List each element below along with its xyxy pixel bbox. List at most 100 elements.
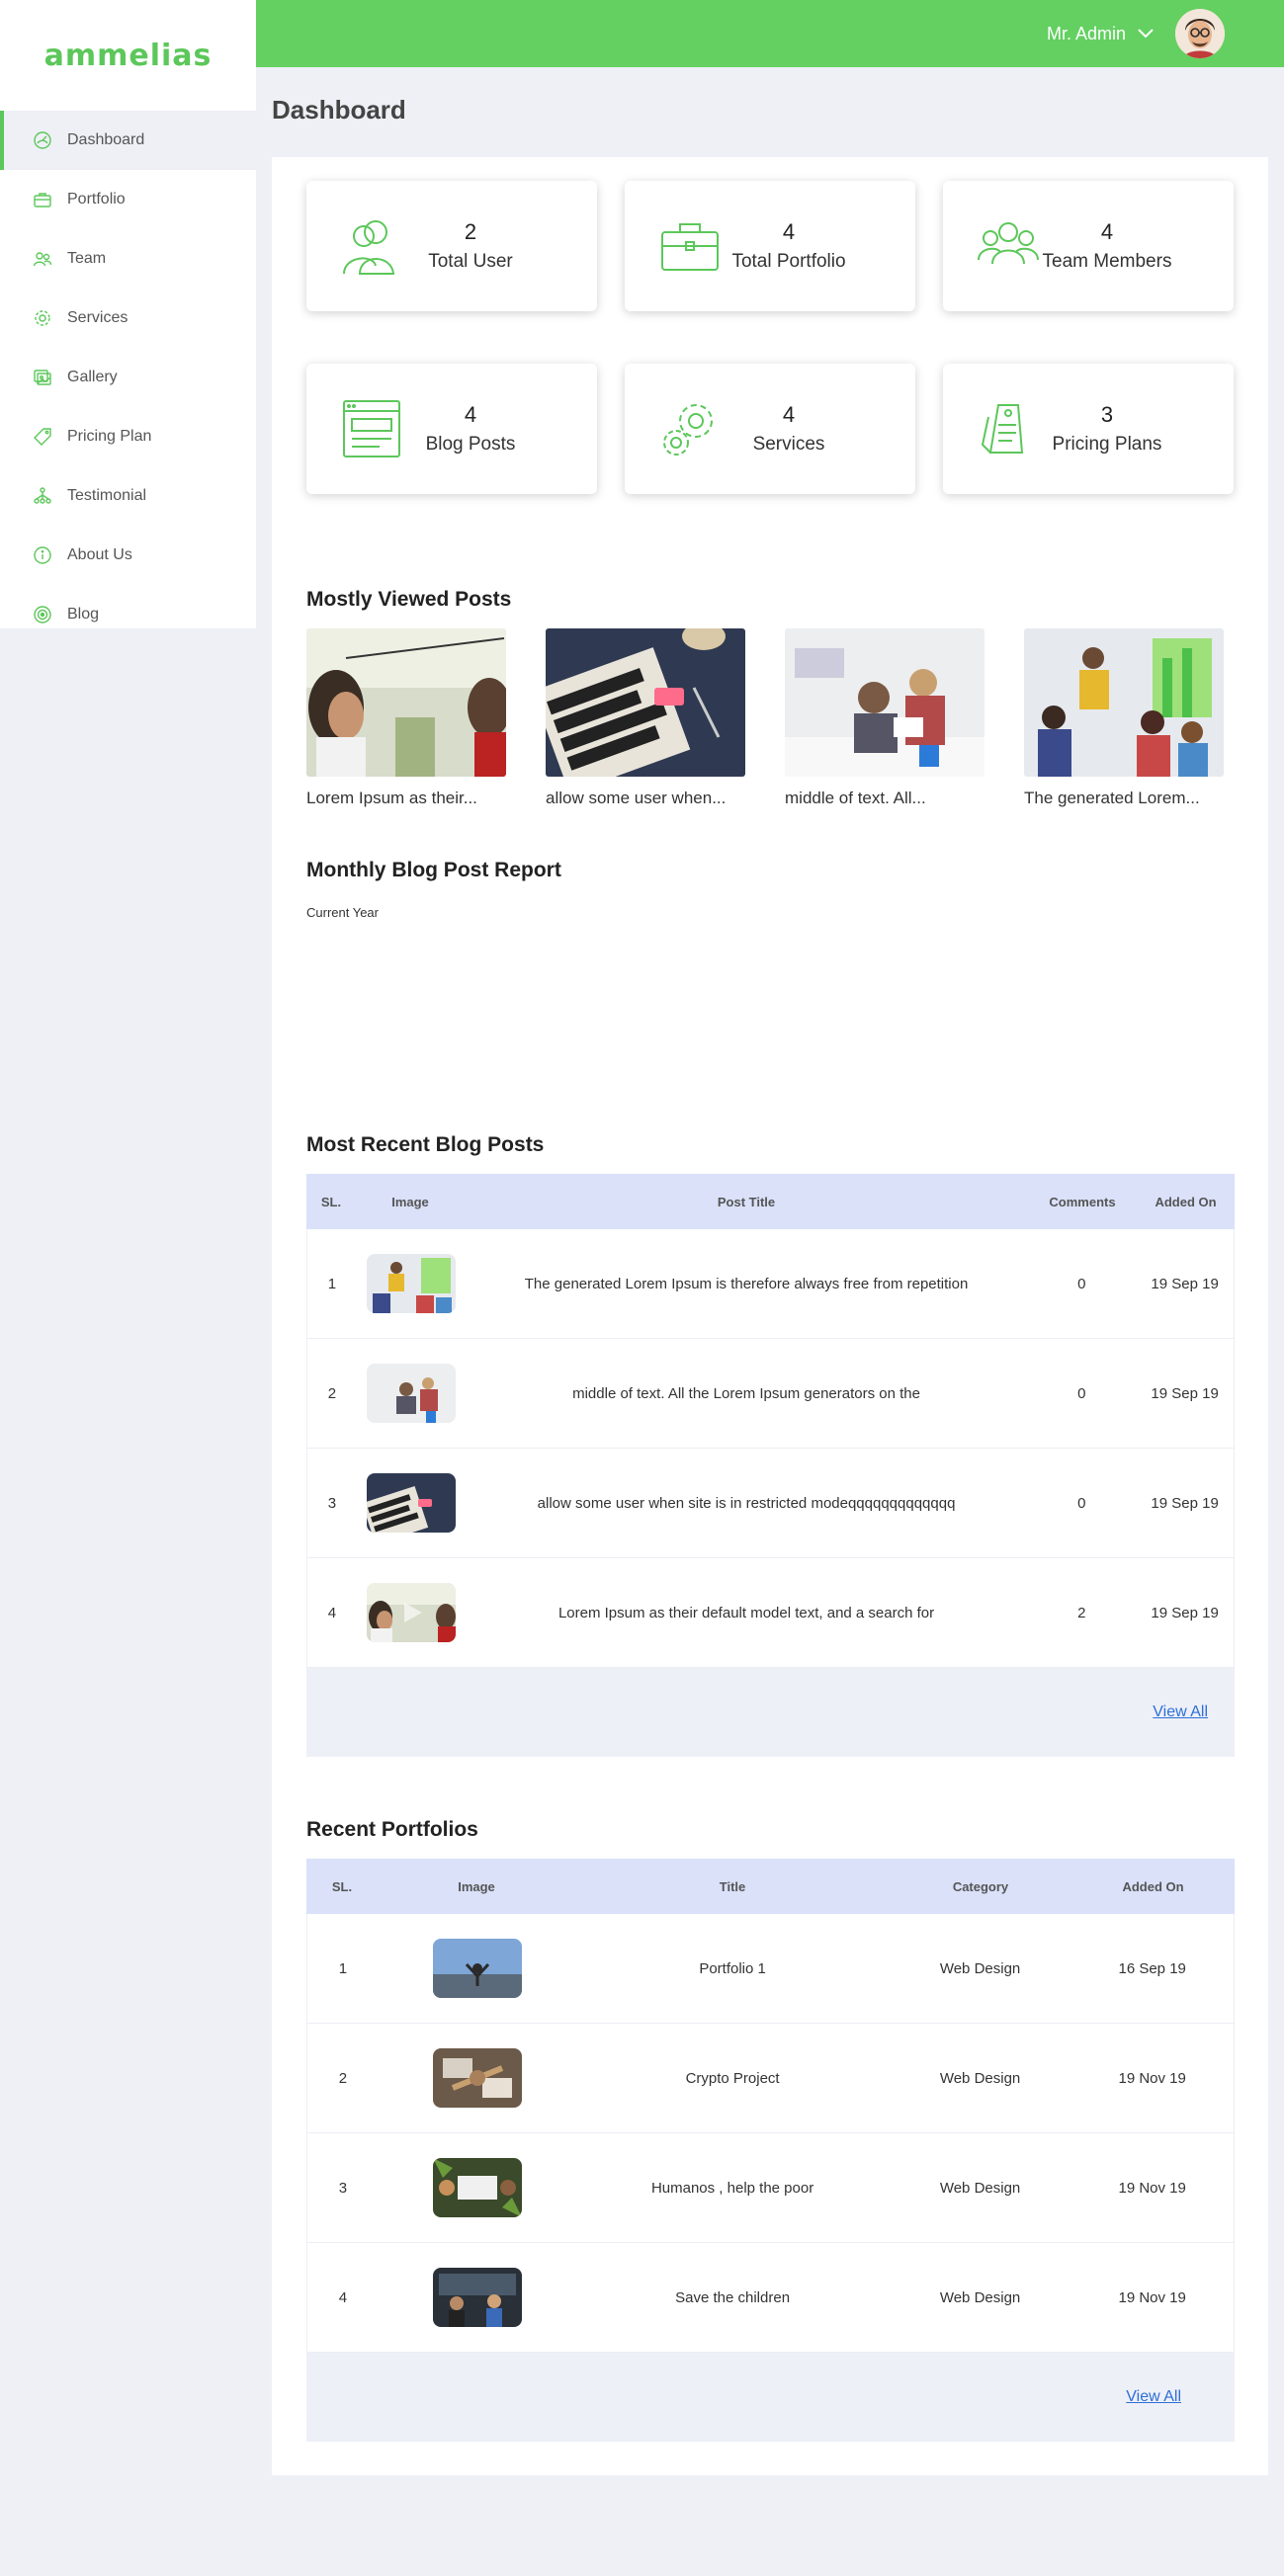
sidebar-item-pricing-plan[interactable]: Pricing Plan <box>0 407 256 466</box>
table-row[interactable]: 4 Lorem Ipsum as their default model tex… <box>306 1558 1235 1668</box>
mostly-viewed-title: Mostly Viewed Posts <box>306 588 512 611</box>
sidebar-item-dashboard[interactable]: Dashboard <box>0 111 256 170</box>
post-thumbnail[interactable] <box>366 1583 456 1642</box>
sidebar-item-services[interactable]: Services <box>0 289 256 348</box>
post-image[interactable] <box>546 628 745 777</box>
avatar[interactable] <box>1175 9 1225 58</box>
sidebar-item-label: Services <box>67 309 128 326</box>
stat-card-blog-posts[interactable]: 4 Blog Posts <box>306 364 597 494</box>
table-row[interactable]: 3 allow some user when site is in restri… <box>306 1449 1235 1558</box>
monthly-report-title: Monthly Blog Post Report <box>306 859 561 881</box>
post-title[interactable]: Lorem Ipsum as their default model text,… <box>466 1605 1028 1621</box>
portfolio-thumbnail[interactable] <box>432 2048 522 2108</box>
post-image[interactable] <box>785 628 984 777</box>
recent-portfolios-title: Recent Portfolios <box>306 1818 478 1841</box>
table-header: SL. Image Post Title Comments Added On <box>306 1174 1235 1229</box>
blog-icon <box>32 604 53 625</box>
post-thumbnail[interactable] <box>366 1473 456 1533</box>
stat-card-services[interactable]: 4 Services <box>625 364 915 494</box>
chevron-down-icon[interactable] <box>1138 29 1154 39</box>
sidebar-item-blog[interactable]: Blog <box>0 585 256 644</box>
stat-value: 2 <box>464 219 477 244</box>
post-thumbnail[interactable] <box>366 1254 456 1313</box>
mostly-viewed-post[interactable]: Lorem Ipsum as their... <box>306 628 506 808</box>
column-header: Added On <box>1155 1194 1217 1209</box>
mostly-viewed-post[interactable]: allow some user when... <box>546 628 745 808</box>
stat-value: 4 <box>1100 219 1114 244</box>
stat-card-team-members[interactable]: 4 Team Members <box>943 181 1234 311</box>
stat-label: Services <box>752 434 825 455</box>
row-number: 3 <box>327 1494 337 1512</box>
table-row[interactable]: 1 Portfolio 1 Web Design 16 Sep 19 <box>306 1914 1235 2024</box>
stat-label: Total User <box>428 251 513 272</box>
row-number: 2 <box>327 1384 337 1402</box>
stat-value: 4 <box>782 402 796 427</box>
comment-count: 2 <box>1077 1604 1086 1621</box>
added-date: 19 Nov 19 <box>1118 2288 1186 2306</box>
table-footer: View All <box>306 2353 1235 2442</box>
added-date: 19 Nov 19 <box>1118 2179 1186 2197</box>
post-title[interactable]: allow some user when site is in restrict… <box>466 1495 1028 1512</box>
portfolio-thumbnail[interactable] <box>432 1939 522 1998</box>
network-icon <box>32 485 53 507</box>
column-header: Category <box>952 1878 1009 1894</box>
sidebar: ammelias Dashboard Portfolio Team Servic… <box>0 0 256 628</box>
stat-label: Total Portfolio <box>731 251 846 272</box>
sidebar-item-testimonial[interactable]: Testimonial <box>0 466 256 526</box>
post-thumbnail[interactable] <box>366 1364 456 1423</box>
table-row[interactable]: 1 The generated Lorem Ipsum is therefore… <box>306 1229 1235 1339</box>
view-all-portfolios-link[interactable]: View All <box>1126 2388 1181 2406</box>
sidebar-item-about-us[interactable]: About Us <box>0 526 256 585</box>
stat-label: Pricing Plans <box>1052 434 1162 455</box>
dashboard-icon <box>32 129 53 151</box>
table-row[interactable]: 4 Save the children Web Design 19 Nov 19 <box>306 2243 1235 2353</box>
added-date: 19 Sep 19 <box>1151 1494 1219 1512</box>
sidebar-item-label: About Us <box>67 546 132 563</box>
column-header: Added On <box>1122 1878 1184 1894</box>
monthly-report-subtitle: Current Year <box>306 905 379 920</box>
sidebar-item-label: Testimonial <box>67 487 147 504</box>
view-all-posts-link[interactable]: View All <box>1153 1703 1208 1721</box>
user-menu-name[interactable]: Mr. Admin <box>1047 24 1126 44</box>
post-caption[interactable]: Lorem Ipsum as their... <box>306 789 506 808</box>
table-row[interactable]: 2 Crypto Project Web Design 19 Nov 19 <box>306 2024 1235 2133</box>
row-number: 1 <box>338 1959 348 1977</box>
comment-count: 0 <box>1077 1384 1086 1402</box>
sidebar-item-team[interactable]: Team <box>0 229 256 289</box>
row-number: 3 <box>338 2179 348 2197</box>
sidebar-item-portfolio[interactable]: Portfolio <box>0 170 256 229</box>
post-image[interactable] <box>306 628 506 777</box>
sidebar-item-label: Dashboard <box>67 131 145 148</box>
portfolio-title[interactable]: Humanos , help the poor <box>575 2180 889 2197</box>
post-caption[interactable]: The generated Lorem... <box>1024 789 1224 808</box>
post-title[interactable]: middle of text. All the Lorem Ipsum gene… <box>466 1385 1028 1402</box>
table-row[interactable]: 2 middle of text. All the Lorem Ipsum ge… <box>306 1339 1235 1449</box>
portfolio-thumbnail[interactable] <box>432 2268 522 2327</box>
column-header: SL. <box>320 1194 342 1209</box>
column-header: Title <box>719 1878 746 1894</box>
stat-card-pricing-plans[interactable]: 3 Pricing Plans <box>943 364 1234 494</box>
portfolio-title[interactable]: Save the children <box>575 2289 889 2306</box>
stat-card-total-portfolio[interactable]: 4 Total Portfolio <box>625 181 915 311</box>
portfolio-title[interactable]: Portfolio 1 <box>575 1960 889 1977</box>
post-image[interactable] <box>1024 628 1224 777</box>
mostly-viewed-post[interactable]: middle of text. All... <box>785 628 984 808</box>
stat-card-total-user[interactable]: 2 Total User <box>306 181 597 311</box>
tag-icon <box>32 426 53 448</box>
briefcase-icon <box>32 189 53 210</box>
brand-logo[interactable]: ammelias <box>0 0 256 111</box>
column-header: Image <box>391 1194 429 1209</box>
post-caption[interactable]: middle of text. All... <box>785 789 984 808</box>
mostly-viewed-post[interactable]: The generated Lorem... <box>1024 628 1224 808</box>
dashboard-content: 2 Total User 4 Total Portfolio 4 Team Membe… <box>272 157 1268 2475</box>
post-caption[interactable]: allow some user when... <box>546 789 745 808</box>
column-header: SL. <box>331 1878 353 1894</box>
sidebar-item-gallery[interactable]: Gallery <box>0 348 256 407</box>
portfolio-title[interactable]: Crypto Project <box>575 2070 889 2087</box>
portfolio-category: Web Design <box>939 2179 1021 2197</box>
post-title[interactable]: The generated Lorem Ipsum is therefore a… <box>466 1276 1028 1292</box>
table-row[interactable]: 3 Humanos , help the poor Web Design 19 … <box>306 2133 1235 2243</box>
portfolio-thumbnail[interactable] <box>432 2158 522 2217</box>
column-header: Image <box>458 1878 495 1894</box>
recent-posts-title: Most Recent Blog Posts <box>306 1133 545 1156</box>
